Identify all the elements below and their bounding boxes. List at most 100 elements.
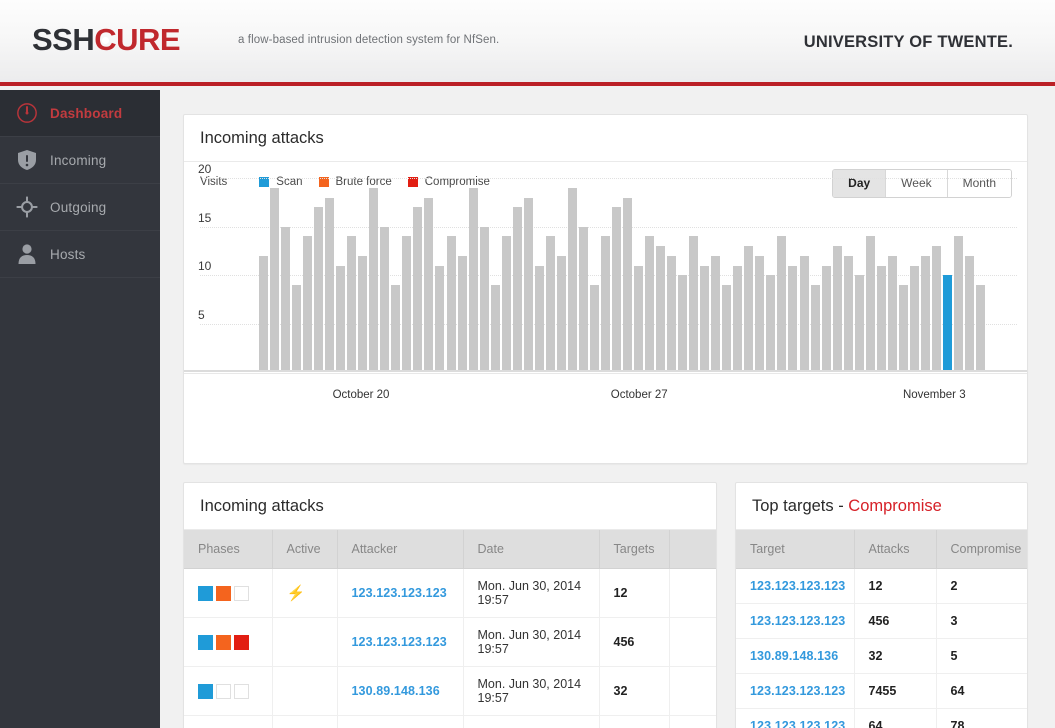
chart-bar[interactable] xyxy=(744,246,753,372)
chart-bar[interactable] xyxy=(689,236,698,372)
chart-bar[interactable] xyxy=(612,207,621,372)
chart-bar[interactable] xyxy=(546,236,555,372)
chart-bar[interactable] xyxy=(402,236,411,372)
chart-bar[interactable] xyxy=(877,266,886,373)
chart-bar[interactable] xyxy=(976,285,985,372)
chart-bar[interactable] xyxy=(380,227,389,372)
chart-bar[interactable] xyxy=(733,266,742,373)
chart-bar[interactable] xyxy=(579,227,588,372)
chart-bar[interactable] xyxy=(469,188,478,372)
sidebar-item-outgoing[interactable]: Outgoing xyxy=(0,184,160,231)
column-header-targets[interactable]: Targets xyxy=(599,530,669,569)
table-row[interactable]: 123.123.123.123745564 xyxy=(736,674,1027,709)
chart-bar[interactable] xyxy=(623,198,632,372)
chart-bar[interactable] xyxy=(844,256,853,372)
chart-bar[interactable] xyxy=(568,188,577,372)
chart-bar[interactable] xyxy=(601,236,610,372)
chart-bar[interactable] xyxy=(491,285,500,372)
chart-bar[interactable] xyxy=(325,198,334,372)
chart-bar[interactable] xyxy=(855,275,864,372)
chart-bar[interactable] xyxy=(413,207,422,372)
column-header-attacks[interactable]: Attacks xyxy=(854,530,936,569)
chart-bar[interactable] xyxy=(722,285,731,372)
chart-bar[interactable] xyxy=(424,198,433,372)
chart-bar[interactable] xyxy=(336,266,345,373)
chart-bar[interactable] xyxy=(590,285,599,372)
chart-bar[interactable] xyxy=(281,227,290,372)
chart-bar[interactable] xyxy=(259,256,268,372)
chart-bar[interactable] xyxy=(954,236,963,372)
chart-bar[interactable] xyxy=(358,256,367,372)
table-row[interactable]: 130.89.148.136Mon. Jun 30, 2014 19:5732 xyxy=(184,667,716,716)
table-row[interactable]: ⚡123.123.123.123Mon. Jun 30, 2014 19:571… xyxy=(184,569,716,618)
chart-bar[interactable] xyxy=(811,285,820,372)
chart-bar[interactable] xyxy=(303,236,312,372)
column-header-date[interactable]: Date xyxy=(463,530,599,569)
chart-bar[interactable] xyxy=(943,275,952,372)
right-table-title: Top targets - Compromise xyxy=(736,483,1027,530)
sidebar-item-incoming[interactable]: Incoming xyxy=(0,137,160,184)
target-ip-link[interactable]: 123.123.123.123 xyxy=(750,719,845,728)
chart-bar[interactable] xyxy=(634,266,643,373)
table-row[interactable]: ⚡123.123.123.123Mon. Jun 30, 2014 19:577… xyxy=(184,716,716,728)
chart-bar[interactable] xyxy=(557,256,566,372)
chart-bar[interactable] xyxy=(921,256,930,372)
chart-bar[interactable] xyxy=(292,285,301,372)
chart-bar[interactable] xyxy=(965,256,974,372)
table-body: ⚡123.123.123.123Mon. Jun 30, 2014 19:571… xyxy=(184,569,716,728)
chart-bar[interactable] xyxy=(800,256,809,372)
target-ip-link[interactable]: 123.123.123.123 xyxy=(750,579,845,593)
table-row[interactable]: 123.123.123.123Mon. Jun 30, 2014 19:5745… xyxy=(184,618,716,667)
chart-bar[interactable] xyxy=(766,275,775,372)
chart-bar[interactable] xyxy=(480,227,489,372)
chart-bar[interactable] xyxy=(524,198,533,372)
chart-bars[interactable] xyxy=(259,159,985,372)
attacker-ip-link[interactable]: 130.89.148.136 xyxy=(352,684,440,698)
column-header-phases[interactable]: Phases xyxy=(184,530,272,569)
chart-bar[interactable] xyxy=(447,236,456,372)
chart-bar[interactable] xyxy=(899,285,908,372)
chart-bar[interactable] xyxy=(535,266,544,373)
column-header-attacker[interactable]: Attacker xyxy=(337,530,463,569)
chart-bar[interactable] xyxy=(910,266,919,373)
attacker-ip-link[interactable]: 123.123.123.123 xyxy=(352,635,447,649)
sidebar-item-hosts[interactable]: Hosts xyxy=(0,231,160,278)
chart-bar[interactable] xyxy=(314,207,323,372)
chart-bar[interactable] xyxy=(391,285,400,372)
chart-bar[interactable] xyxy=(645,236,654,372)
chart-bar[interactable] xyxy=(932,246,941,372)
target-ip-link[interactable]: 123.123.123.123 xyxy=(750,684,845,698)
chart-bar[interactable] xyxy=(777,236,786,372)
table-row[interactable]: 130.89.148.136325 xyxy=(736,639,1027,674)
chart-bar[interactable] xyxy=(788,266,797,373)
chart-bar[interactable] xyxy=(888,256,897,372)
table-row[interactable]: 123.123.123.1236478 xyxy=(736,709,1027,728)
phase-swatch-comp xyxy=(234,635,249,650)
chart-bar[interactable] xyxy=(502,236,511,372)
chart-bar[interactable] xyxy=(833,246,842,372)
target-ip-link[interactable]: 130.89.148.136 xyxy=(750,649,838,663)
chart-bar[interactable] xyxy=(822,266,831,373)
x-axis-label: October 27 xyxy=(611,389,668,401)
chart-bar[interactable] xyxy=(667,256,676,372)
chart-bar[interactable] xyxy=(270,188,279,372)
column-header-target[interactable]: Target xyxy=(736,530,854,569)
table-row[interactable]: 123.123.123.123122 xyxy=(736,569,1027,604)
chart-bar[interactable] xyxy=(656,246,665,372)
chart-bar[interactable] xyxy=(347,236,356,372)
chart-bar[interactable] xyxy=(513,207,522,372)
table-row[interactable]: 123.123.123.1234563 xyxy=(736,604,1027,639)
target-ip-link[interactable]: 123.123.123.123 xyxy=(750,614,845,628)
attacker-ip-link[interactable]: 123.123.123.123 xyxy=(352,586,447,600)
chart-bar[interactable] xyxy=(369,188,378,372)
column-header-compromise[interactable]: Compromise xyxy=(936,530,1027,569)
chart-bar[interactable] xyxy=(435,266,444,373)
column-header-active[interactable]: Active xyxy=(272,530,337,569)
sidebar-item-dashboard[interactable]: Dashboard xyxy=(0,90,160,137)
chart-bar[interactable] xyxy=(458,256,467,372)
chart-bar[interactable] xyxy=(711,256,720,372)
chart-bar[interactable] xyxy=(700,266,709,373)
chart-bar[interactable] xyxy=(755,256,764,372)
chart-bar[interactable] xyxy=(866,236,875,372)
chart-bar[interactable] xyxy=(678,275,687,372)
